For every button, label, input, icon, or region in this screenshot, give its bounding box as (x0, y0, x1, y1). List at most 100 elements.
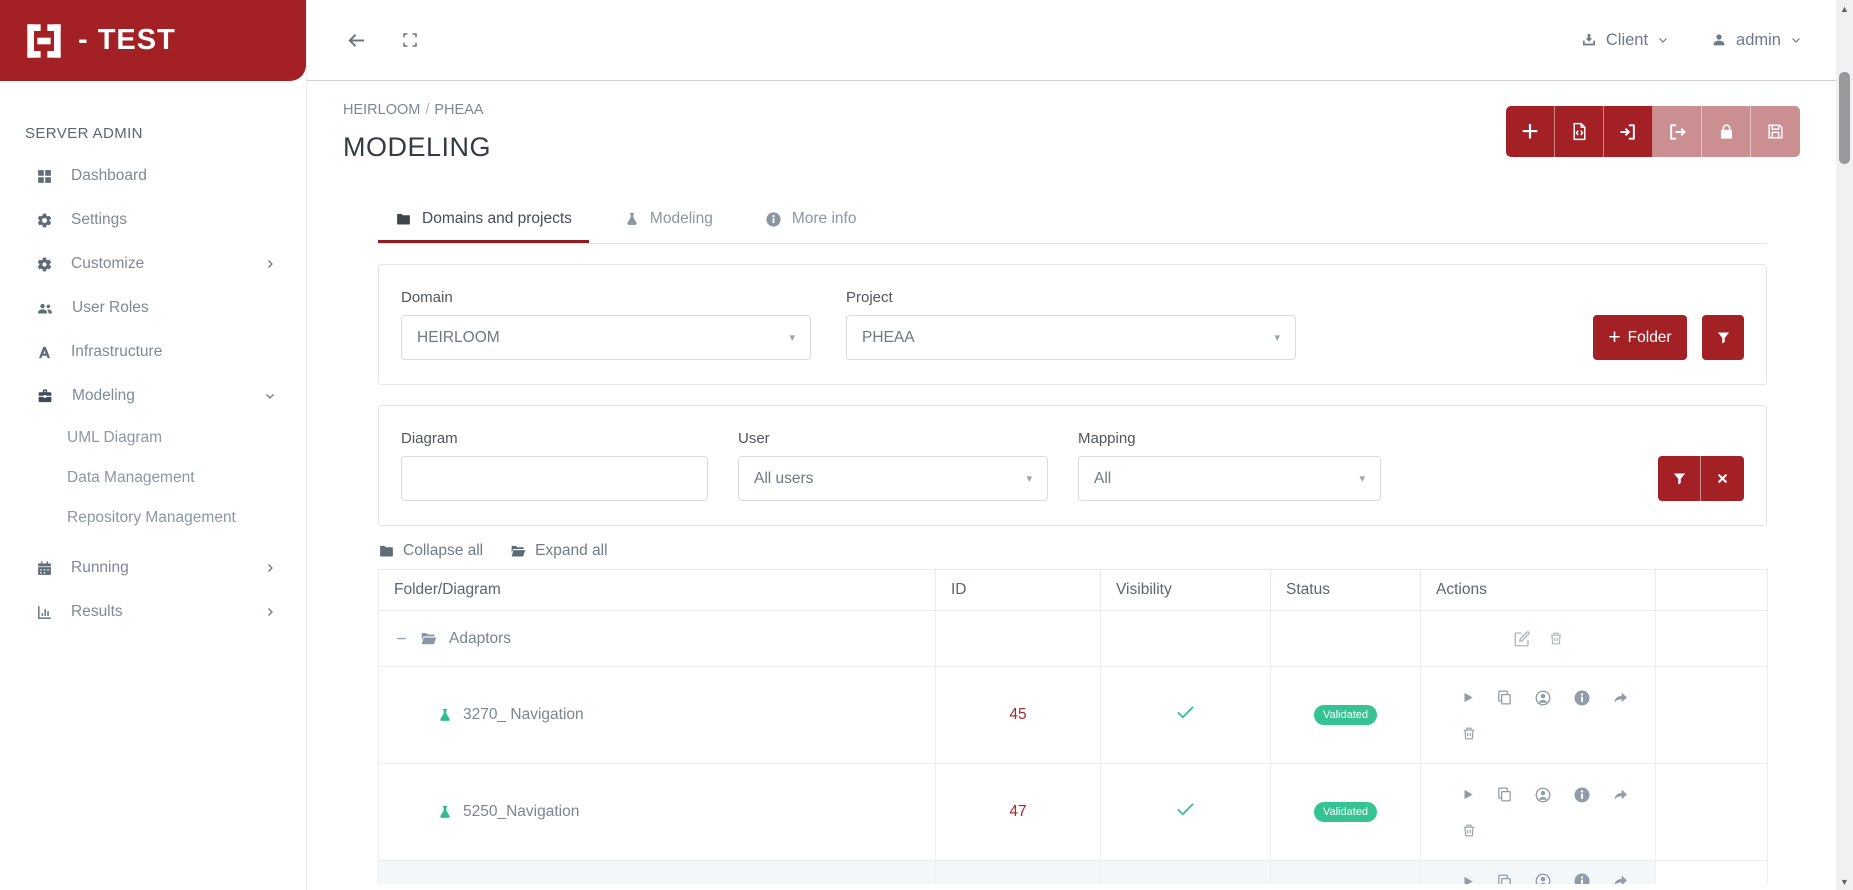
tab-domains-and-projects[interactable]: Domains and projects (378, 197, 589, 243)
file-code-button[interactable] (1555, 106, 1604, 157)
h-bracket-logo-icon (24, 21, 64, 61)
header-visibility: Visibility (1100, 569, 1271, 611)
sidebar: - TEST SERVER ADMIN Dashboard Settings C… (0, 0, 307, 890)
scrollbar-thumb[interactable] (1839, 72, 1850, 164)
collapse-row-button[interactable] (395, 632, 408, 645)
domain-field: Domain HEIRLOOM ▾ (401, 289, 811, 360)
folder-name[interactable]: Adaptors (449, 630, 511, 648)
user-menu-dropdown[interactable]: admin (1711, 31, 1802, 50)
table-row: 5250_Navigation 47 Validated (378, 763, 1768, 861)
apply-filter-button[interactable] (1658, 456, 1701, 501)
info-button[interactable] (1573, 786, 1591, 804)
header-status: Status (1270, 569, 1421, 611)
delete-button[interactable] (1548, 630, 1564, 647)
run-button[interactable] (1461, 874, 1475, 884)
back-arrow-button[interactable] (345, 29, 368, 52)
clear-filter-button[interactable] (1701, 456, 1744, 501)
share-button[interactable] (1612, 787, 1630, 803)
delete-button[interactable] (1461, 725, 1655, 742)
info-button[interactable] (1573, 689, 1591, 707)
app-logo[interactable]: - TEST (0, 0, 306, 81)
copy-button[interactable] (1496, 786, 1513, 803)
scroll-up-button[interactable]: ▲ (1836, 0, 1853, 17)
lock-icon (1717, 122, 1736, 141)
page-toolbar: + (1506, 106, 1800, 157)
scroll-down-button[interactable]: ▼ (1836, 873, 1853, 890)
add-folder-label: Folder (1627, 328, 1672, 346)
edit-button[interactable] (1513, 630, 1531, 648)
sidebar-item-uml-diagram[interactable]: UML Diagram (0, 418, 306, 458)
collapse-all-button[interactable]: Collapse all (378, 542, 483, 560)
info-icon (765, 211, 782, 228)
breadcrumb-domain[interactable]: HEIRLOOM (343, 102, 420, 118)
sidebar-item-results[interactable]: Results (0, 590, 306, 634)
flask-icon (437, 707, 453, 724)
select-caret-icon: ▾ (1274, 332, 1280, 344)
sidebar-item-infrastructure[interactable]: Infrastructure (0, 330, 306, 374)
sidebar-item-data-management[interactable]: Data Management (0, 458, 306, 498)
sidebar-item-dashboard[interactable]: Dashboard (0, 154, 306, 198)
run-button[interactable] (1461, 787, 1475, 802)
status-badge: Validated (1313, 802, 1378, 822)
sign-out-button[interactable] (1653, 106, 1702, 157)
header-folder-diagram: Folder/Diagram (378, 569, 936, 611)
check-icon (1176, 705, 1195, 720)
folder-open-icon (509, 543, 527, 560)
flask-icon (437, 804, 453, 821)
diagram-name[interactable]: 3270_ Navigation (463, 706, 584, 724)
user-value: All users (754, 469, 814, 487)
main-area: Client admin HEIRLOOM/PHEAA MODELING + (307, 0, 1836, 890)
sidebar-item-settings[interactable]: Settings (0, 198, 306, 242)
diagram-input[interactable] (401, 456, 708, 501)
tab-modeling[interactable]: Modeling (607, 197, 730, 243)
calendar-icon (36, 560, 53, 577)
folder-icon (378, 543, 395, 560)
share-button[interactable] (1612, 690, 1630, 706)
add-button[interactable]: + (1506, 106, 1555, 157)
diagram-id: 45 (935, 666, 1101, 764)
filter-button-group (1658, 456, 1744, 501)
user-circle-button[interactable] (1534, 786, 1552, 804)
tab-more-info[interactable]: More info (748, 197, 874, 243)
save-button[interactable] (1751, 106, 1800, 157)
user-circle-button[interactable] (1534, 872, 1552, 884)
tab-label: More info (791, 210, 857, 227)
mapping-select[interactable]: All ▾ (1078, 456, 1381, 501)
fullscreen-icon[interactable] (402, 32, 418, 48)
sidebar-item-customize[interactable]: Customize (0, 242, 306, 286)
gear-icon (36, 212, 53, 229)
diagram-label: Diagram (401, 430, 458, 447)
info-button[interactable] (1573, 872, 1591, 884)
sidebar-item-modeling[interactable]: Modeling (0, 374, 306, 418)
sidebar-item-repository-management[interactable]: Repository Management (0, 498, 306, 538)
breadcrumb-project[interactable]: PHEAA (434, 102, 483, 118)
table-header-row: Folder/Diagram ID Visibility Status Acti… (378, 569, 1768, 611)
copy-button[interactable] (1496, 689, 1513, 706)
client-label: Client (1605, 30, 1649, 49)
copy-button[interactable] (1496, 873, 1513, 884)
domain-select[interactable]: HEIRLOOM ▾ (401, 315, 811, 360)
lock-button[interactable] (1702, 106, 1751, 157)
user-circle-button[interactable] (1534, 689, 1552, 707)
funnel-icon (1672, 471, 1687, 486)
sidebar-item-running[interactable]: Running (0, 546, 306, 590)
sidebar-item-label: Running (71, 559, 129, 576)
add-folder-button[interactable]: + Folder (1593, 315, 1687, 360)
sidebar-item-user-roles[interactable]: User Roles (0, 286, 306, 330)
sidebar-item-label: Results (71, 603, 123, 620)
filter-button[interactable] (1702, 315, 1744, 360)
run-button[interactable] (1461, 690, 1475, 705)
domain-project-panel: Domain HEIRLOOM ▾ Project PHEAA ▾ + Fold… (378, 264, 1767, 385)
user-select[interactable]: All users ▾ (738, 456, 1048, 501)
expand-all-button[interactable]: Expand all (509, 542, 608, 560)
sign-in-icon (1618, 122, 1638, 142)
delete-button[interactable] (1461, 822, 1655, 839)
diagram-id: 47 (935, 763, 1101, 861)
sign-in-button[interactable] (1604, 106, 1653, 157)
client-dropdown[interactable]: Client (1581, 31, 1669, 50)
diagram-name[interactable]: 5250_Navigation (463, 803, 579, 821)
share-button[interactable] (1612, 873, 1630, 884)
project-select[interactable]: PHEAA ▾ (846, 315, 1296, 360)
file-code-icon (1569, 121, 1590, 142)
cog-icon (36, 256, 53, 273)
